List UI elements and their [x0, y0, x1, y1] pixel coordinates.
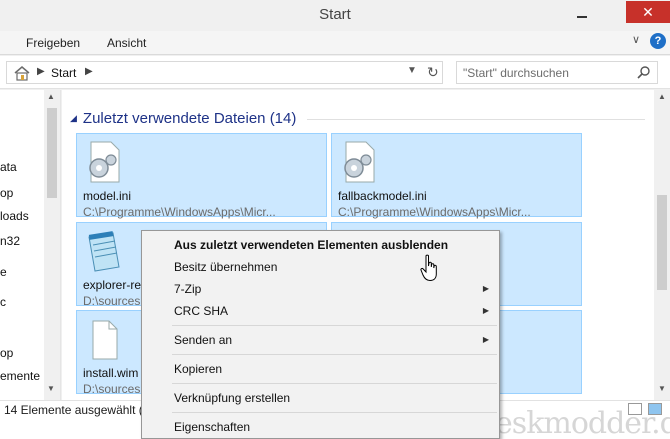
file-path: C:\Programme\WindowsApps\Micr...: [83, 205, 276, 219]
group-header[interactable]: ◢ Zuletzt verwendete Dateien (14): [70, 110, 296, 127]
address-row: ▶ Start ▶ ▼ ↻: [0, 56, 670, 89]
content-scroll-thumb[interactable]: [657, 195, 667, 290]
menu-item-copy[interactable]: Kopieren: [142, 358, 499, 380]
menu-item-hide-from-recent[interactable]: Aus zuletzt verwendeten Elementen ausble…: [142, 234, 499, 256]
watermark: Deskmodder.de: [472, 406, 670, 439]
scroll-down-icon[interactable]: ▼: [658, 384, 666, 393]
file-name: model.ini: [83, 189, 132, 203]
file-tile[interactable]: fallbackmodel.ini C:\Programme\WindowsAp…: [331, 133, 582, 219]
status-text: 14 Elemente ausgewählt (3: [4, 403, 150, 417]
nav-scrollbar[interactable]: ▲ ▼: [44, 90, 60, 400]
navigation-pane: ata op loads n32 e c op emente ▲ ▼: [0, 90, 61, 400]
file-name: explorer-re: [83, 278, 142, 292]
home-icon[interactable]: [13, 65, 31, 81]
nav-item[interactable]: n32: [0, 234, 20, 248]
menu-item-label: Besitz übernehmen: [174, 260, 278, 274]
search-input[interactable]: [463, 65, 633, 81]
search-box[interactable]: [456, 61, 658, 84]
file-name: fallbackmodel.ini: [338, 189, 427, 203]
submenu-arrow-icon: ▶: [482, 335, 489, 344]
file-icon: [92, 320, 118, 360]
collapse-icon[interactable]: ◢: [70, 113, 77, 123]
file-path: D:\sources: [83, 382, 141, 396]
scroll-up-icon[interactable]: ▲: [47, 92, 55, 101]
nav-item[interactable]: ata: [0, 160, 17, 174]
breadcrumb-chevron-icon[interactable]: ▶: [37, 66, 45, 77]
refresh-icon[interactable]: ↻: [427, 64, 439, 81]
file-name: install.wim: [83, 366, 139, 380]
menu-separator: [172, 412, 497, 413]
menu-item-label: CRC SHA: [174, 304, 229, 318]
settings-file-icon: [344, 141, 375, 183]
address-bar[interactable]: ▶ Start ▶ ▼ ↻: [6, 61, 443, 84]
menu-item-label: 7-Zip: [174, 282, 202, 296]
submenu-arrow-icon: ▶: [482, 284, 489, 293]
nav-scroll-thumb[interactable]: [47, 108, 57, 198]
file-path: D:\sources: [83, 294, 141, 308]
file-tile[interactable]: model.ini C:\Programme\WindowsApps\Micr.…: [76, 133, 327, 219]
close-button[interactable]: ✕: [626, 1, 670, 23]
scroll-up-icon[interactable]: ▲: [658, 92, 666, 101]
submenu-arrow-icon: ▶: [482, 306, 489, 315]
menu-item-label: Senden an: [174, 333, 233, 347]
ribbon-tabs: Freigeben Ansicht ∨ ?: [0, 31, 670, 55]
scroll-down-icon[interactable]: ▼: [47, 384, 55, 393]
breadcrumb-chevron-icon[interactable]: ▶: [85, 66, 93, 77]
search-icon[interactable]: [637, 65, 651, 79]
file-path: C:\Programme\WindowsApps\Micr...: [338, 205, 531, 219]
title-bar: Start ✕: [0, 0, 670, 31]
menu-separator: [172, 383, 497, 384]
breadcrumb[interactable]: Start: [51, 66, 76, 80]
nav-item[interactable]: loads: [0, 209, 29, 223]
menu-item-create-shortcut[interactable]: Verknüpfung erstellen: [142, 387, 499, 409]
menu-item-label: Verknüpfung erstellen: [174, 391, 291, 405]
nav-item[interactable]: op: [0, 346, 13, 360]
context-menu: Aus zuletzt verwendeten Elementen ausble…: [141, 230, 500, 439]
menu-separator: [172, 354, 497, 355]
notepad-icon: [88, 231, 120, 272]
nav-item[interactable]: op: [0, 186, 13, 200]
nav-item[interactable]: e: [0, 265, 7, 279]
group-title: Zuletzt verwendete Dateien (14): [82, 110, 297, 127]
nav-item[interactable]: emente: [0, 369, 40, 383]
menu-item-label: Eigenschaften: [174, 420, 251, 434]
content-scrollbar[interactable]: ▲ ▼: [654, 90, 670, 400]
menu-item-label: Kopieren: [174, 362, 223, 376]
settings-file-icon: [89, 141, 120, 183]
tab-freigeben[interactable]: Freigeben: [26, 36, 80, 50]
group-divider: [307, 119, 645, 120]
menu-item-send-to[interactable]: Senden an ▶: [142, 329, 499, 351]
menu-item-crc-sha[interactable]: CRC SHA ▶: [142, 300, 499, 322]
minimize-button[interactable]: [570, 6, 594, 24]
menu-item-take-ownership[interactable]: Besitz übernehmen: [142, 256, 499, 278]
address-dropdown-icon[interactable]: ▼: [407, 65, 417, 76]
menu-item-label: Aus zuletzt verwendeten Elementen ausble…: [174, 238, 449, 252]
menu-item-7zip[interactable]: 7-Zip ▶: [142, 278, 499, 300]
help-icon[interactable]: ?: [650, 33, 666, 49]
menu-separator: [172, 325, 497, 326]
nav-item[interactable]: c: [0, 295, 6, 309]
tab-ansicht[interactable]: Ansicht: [107, 36, 146, 50]
menu-item-properties[interactable]: Eigenschaften: [142, 416, 499, 438]
hand-cursor-icon: [420, 254, 437, 282]
ribbon-expand-chevron-icon[interactable]: ∨: [632, 33, 640, 46]
